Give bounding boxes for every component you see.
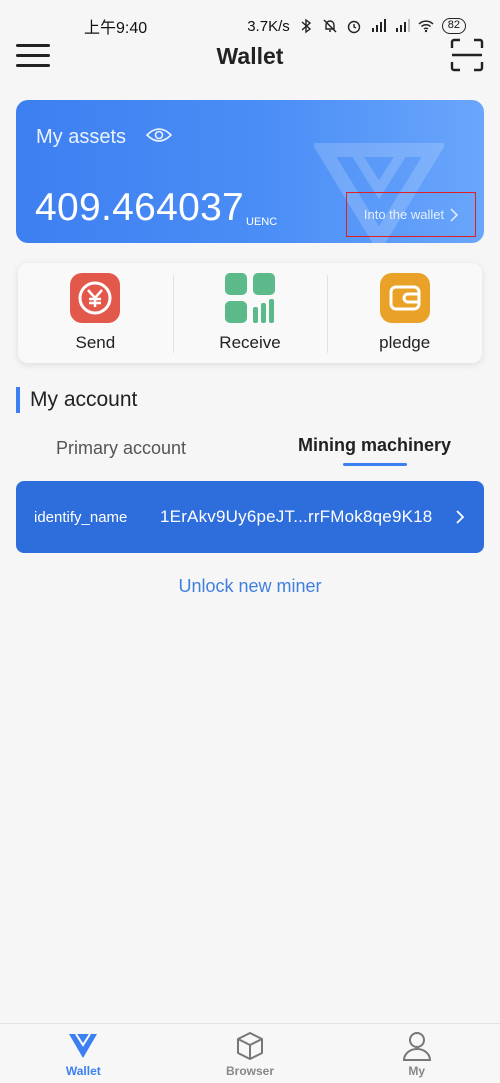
into-wallet-button[interactable]: Into the wallet bbox=[346, 192, 476, 237]
pledge-button[interactable]: pledge bbox=[327, 263, 482, 363]
nav-wallet-label: Wallet bbox=[65, 1064, 101, 1078]
assets-card: My assets 409.464037 UENC Into the walle… bbox=[16, 100, 484, 243]
nav-my[interactable]: My bbox=[333, 1024, 500, 1083]
receive-button[interactable]: Receive bbox=[172, 263, 328, 363]
assets-unit: UENC bbox=[246, 216, 278, 228]
unlock-new-miner-link[interactable]: Unlock new miner bbox=[0, 576, 500, 597]
receive-label: Receive bbox=[219, 333, 281, 352]
active-tab-indicator bbox=[343, 463, 407, 466]
into-wallet-label: Into the wallet bbox=[363, 207, 445, 222]
send-label: Send bbox=[75, 333, 116, 352]
scan-icon[interactable] bbox=[450, 38, 484, 72]
section-title: My account bbox=[16, 387, 137, 413]
send-icon bbox=[70, 273, 121, 323]
send-button[interactable]: Send bbox=[18, 263, 173, 363]
nav-browser[interactable]: Browser bbox=[167, 1024, 334, 1083]
eye-icon[interactable] bbox=[146, 126, 172, 144]
quick-actions: Send Receive pledge bbox=[18, 263, 482, 363]
account-address: 1ErAkv9Uy6peJT...rrFMok8qe9K18 bbox=[160, 507, 433, 526]
assets-value: 409.464037 bbox=[35, 186, 245, 229]
tab-primary-account[interactable]: Primary account bbox=[56, 438, 186, 459]
chevron-right-icon bbox=[456, 510, 465, 524]
wallet-icon bbox=[69, 1033, 98, 1058]
receive-icon bbox=[225, 273, 275, 323]
page-title: Wallet bbox=[216, 42, 284, 69]
hamburger-icon[interactable] bbox=[16, 40, 50, 70]
person-icon bbox=[402, 1032, 431, 1061]
pledge-icon bbox=[379, 273, 430, 323]
nav-my-label: My bbox=[408, 1064, 426, 1078]
account-name: identify_name bbox=[34, 508, 128, 526]
chevron-right-icon bbox=[450, 207, 459, 222]
account-row[interactable]: identify_name 1ErAkv9Uy6peJT...rrFMok8qe… bbox=[16, 481, 484, 553]
cube-icon bbox=[237, 1032, 263, 1060]
nav-wallet[interactable]: Wallet bbox=[0, 1024, 167, 1083]
app-header: Wallet bbox=[0, 32, 500, 80]
nav-browser-label: Browser bbox=[225, 1064, 275, 1078]
account-tabs: Primary account Mining machinery bbox=[0, 432, 500, 468]
tab-mining-machinery[interactable]: Mining machinery bbox=[298, 435, 451, 456]
assets-label: My assets bbox=[36, 126, 127, 148]
bottom-nav: Wallet Browser My bbox=[0, 1023, 500, 1083]
pledge-label: pledge bbox=[379, 333, 431, 352]
